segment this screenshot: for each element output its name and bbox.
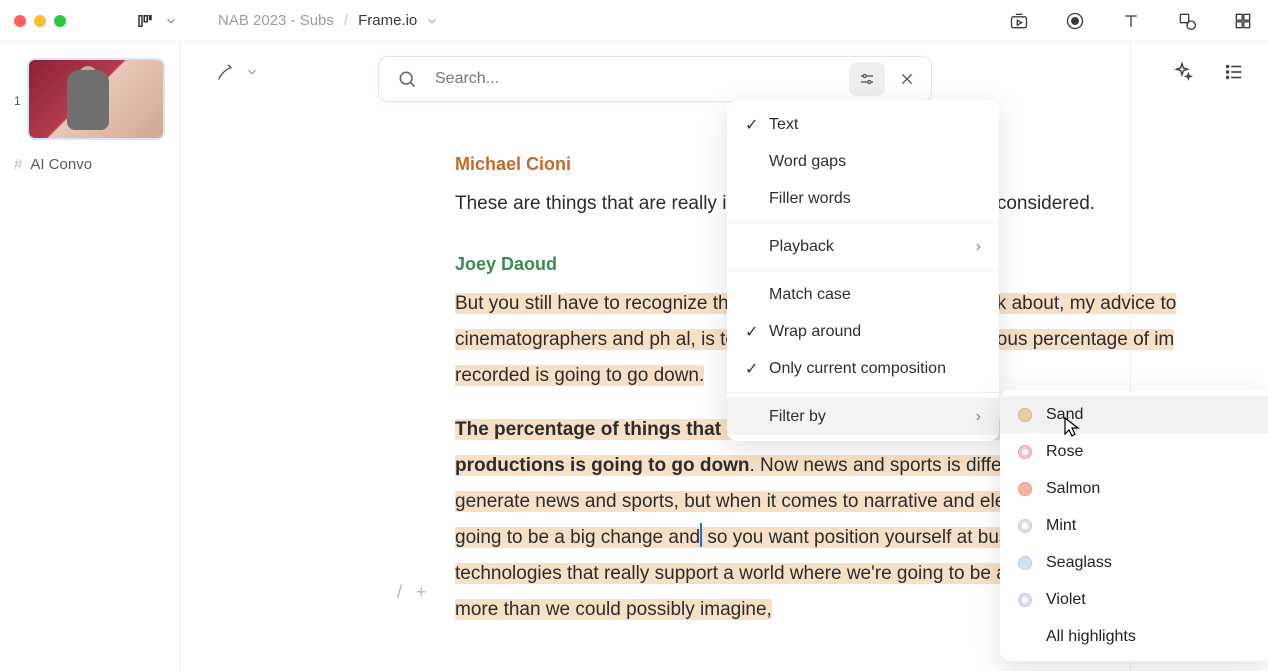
check-icon: ✓ xyxy=(745,115,769,135)
zoom-window-button[interactable] xyxy=(54,15,66,27)
add-block-icon[interactable]: + xyxy=(416,582,427,603)
search-icon xyxy=(397,69,417,89)
search-bar xyxy=(378,56,932,102)
menu-item-filler-words[interactable]: Filler words xyxy=(727,180,999,217)
menu-item-label: Match case xyxy=(769,286,851,304)
search-close-button[interactable] xyxy=(889,62,925,96)
chevron-right-icon: › xyxy=(976,408,981,426)
color-swatch-icon xyxy=(1018,445,1032,459)
menu-item-match-case[interactable]: Match case xyxy=(727,276,999,313)
menu-item-label: Text xyxy=(769,116,798,134)
hash-icon: # xyxy=(14,156,22,173)
breadcrumb-file[interactable]: Frame.io xyxy=(358,12,417,29)
shapes-icon[interactable] xyxy=(1176,10,1198,32)
titlebar: NAB 2023 - Subs / Frame.io xyxy=(0,0,1268,42)
menu-item-filter-by[interactable]: Filter by › xyxy=(727,398,999,435)
menu-item-word-gaps[interactable]: Word gaps xyxy=(727,143,999,180)
color-item-label: All highlights xyxy=(1046,628,1136,646)
color-item-rose[interactable]: Rose xyxy=(1000,433,1268,470)
color-item-label: Violet xyxy=(1046,591,1086,609)
color-swatch-icon xyxy=(1018,408,1032,422)
block-handle-icon[interactable]: / xyxy=(397,582,402,603)
menu-item-label: Filter by xyxy=(769,408,826,426)
menu-item-playback[interactable]: Playback › xyxy=(727,228,999,265)
app-menu-chevron-icon[interactable] xyxy=(164,14,178,28)
breadcrumb: NAB 2023 - Subs / Frame.io xyxy=(218,12,439,29)
color-item-label: Rose xyxy=(1046,443,1083,461)
color-item-label: Mint xyxy=(1046,517,1076,535)
color-item-salmon[interactable]: Salmon xyxy=(1000,470,1268,507)
sidebar: 1 # AI Convo xyxy=(0,42,181,671)
menu-separator xyxy=(727,222,999,223)
menu-item-label: Filler words xyxy=(769,190,851,208)
filter-by-submenu: Sand Rose Salmon Mint Seaglass Violet Al… xyxy=(1000,390,1268,661)
sidebar-tag-label: AI Convo xyxy=(30,156,92,173)
pen-tool-icon[interactable] xyxy=(211,57,241,87)
composition-thumbnail[interactable] xyxy=(29,60,163,138)
pen-tool-chevron-icon[interactable] xyxy=(245,65,259,79)
menu-item-label: Playback xyxy=(769,238,834,256)
menu-item-text[interactable]: ✓Text xyxy=(727,106,999,143)
color-swatch-icon xyxy=(1018,519,1032,533)
outline-list-icon[interactable] xyxy=(1222,60,1246,84)
grid-view-icon[interactable] xyxy=(1232,10,1254,32)
color-swatch-icon xyxy=(1018,556,1032,570)
page-number: 1 xyxy=(14,94,21,108)
sparkle-icon[interactable] xyxy=(1170,60,1194,84)
menu-item-label: Only current composition xyxy=(769,360,946,378)
search-input[interactable] xyxy=(435,70,849,88)
menu-item-only-current[interactable]: ✓Only current composition xyxy=(727,350,999,387)
titlebar-right-tools xyxy=(1008,10,1254,32)
breadcrumb-chevron-icon[interactable] xyxy=(425,14,439,28)
editor-right-tools xyxy=(1170,60,1246,84)
color-item-mint[interactable]: Mint xyxy=(1000,507,1268,544)
color-item-label: Seaglass xyxy=(1046,554,1112,572)
record-icon[interactable] xyxy=(1064,10,1086,32)
close-window-button[interactable] xyxy=(14,15,26,27)
app-logo-icon[interactable] xyxy=(136,10,158,32)
media-icon[interactable] xyxy=(1008,10,1030,32)
menu-separator xyxy=(727,392,999,393)
breadcrumb-separator: / xyxy=(344,12,348,29)
color-swatch-icon xyxy=(1018,593,1032,607)
menu-item-wrap-around[interactable]: ✓Wrap around xyxy=(727,313,999,350)
minimize-window-button[interactable] xyxy=(34,15,46,27)
breadcrumb-project[interactable]: NAB 2023 - Subs xyxy=(218,12,334,29)
color-item-label: Sand xyxy=(1046,406,1083,424)
chevron-right-icon: › xyxy=(976,238,981,256)
search-options-menu: ✓Text Word gaps Filler words Playback› M… xyxy=(727,100,999,441)
search-filter-button[interactable] xyxy=(849,62,885,96)
color-item-seaglass[interactable]: Seaglass xyxy=(1000,544,1268,581)
check-icon: ✓ xyxy=(745,322,769,342)
color-item-sand[interactable]: Sand xyxy=(1000,396,1268,433)
block-gutter: / + xyxy=(397,582,427,603)
window-controls xyxy=(14,15,66,27)
check-icon: ✓ xyxy=(745,359,769,379)
color-item-violet[interactable]: Violet xyxy=(1000,581,1268,618)
color-swatch-icon xyxy=(1018,482,1032,496)
menu-item-label: Word gaps xyxy=(769,153,846,171)
sidebar-tag[interactable]: # AI Convo xyxy=(14,156,166,173)
color-item-label: Salmon xyxy=(1046,480,1100,498)
menu-item-label: Wrap around xyxy=(769,323,861,341)
text-tool-icon[interactable] xyxy=(1120,10,1142,32)
menu-separator xyxy=(727,270,999,271)
color-item-all-highlights[interactable]: All highlights xyxy=(1000,618,1268,655)
